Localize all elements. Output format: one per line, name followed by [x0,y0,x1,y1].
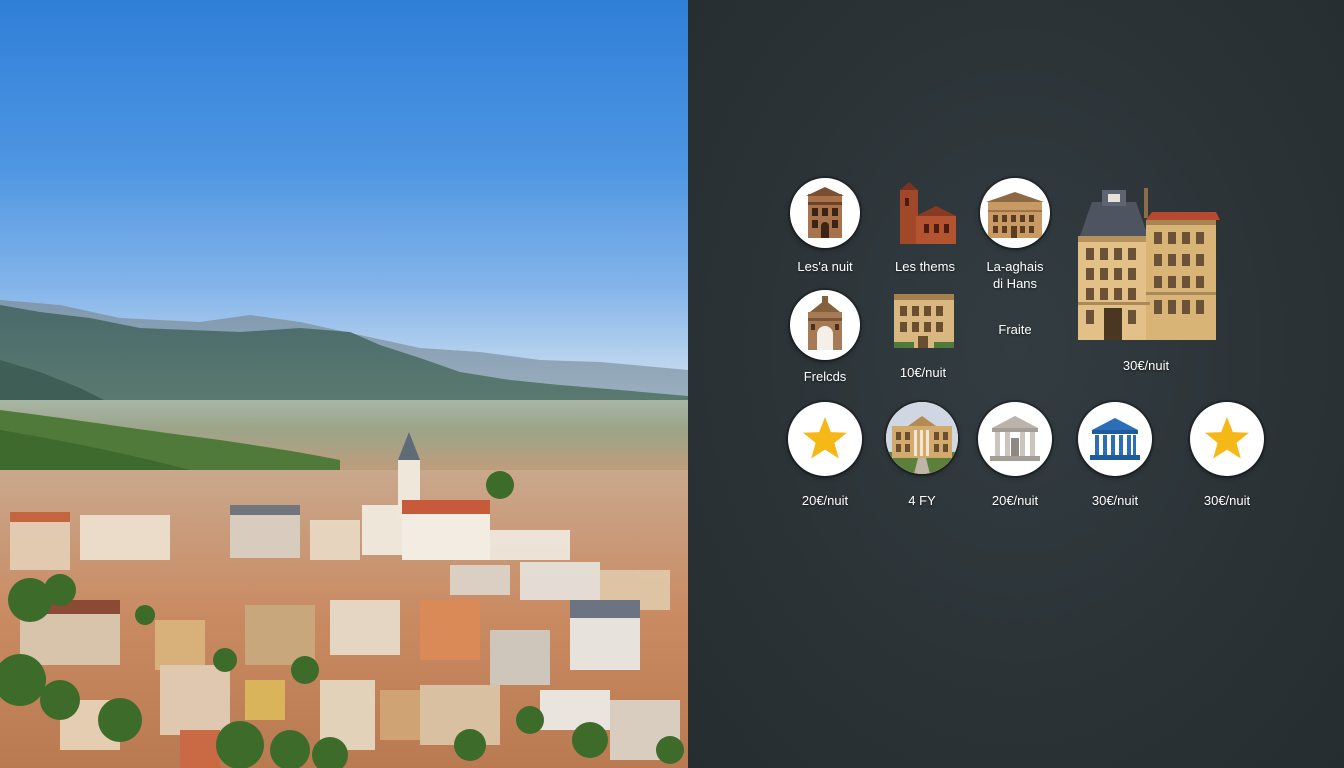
tile-label: 30€/nuit [1203,493,1251,508]
palace-facade-icon [980,178,1050,248]
star-icon [1190,402,1264,476]
large-hotel-building-icon [1074,184,1220,344]
tile-label: 10€/nuit [899,365,947,380]
city-aerial-photo-art [0,300,688,768]
tile-label: La-aghais di Hans [986,259,1044,291]
tile-label: 20€/nuit [801,493,849,508]
city-aerial-photo [0,0,688,768]
building-facade-icon [790,178,860,248]
tile-label: Les'a nuit [797,259,853,274]
tile-label: 20€/nuit [991,493,1039,508]
palace-photo-icon [886,402,958,474]
tile-label: 4 FY [908,493,936,508]
tile-label: Fraite [998,322,1032,337]
arch-gate-icon [790,290,860,360]
listings-panel: Les'a nuit Les thems La-aghais di Hans 3… [688,0,1344,768]
townhouse-icon [892,292,956,350]
app-root: Les'a nuit Les thems La-aghais di Hans 3… [0,0,1344,768]
temple-icon [978,402,1052,476]
tile-label: 30€/nuit [1091,493,1139,508]
blue-temple-icon [1078,402,1152,476]
star-icon [788,402,862,476]
church-tower-icon [896,180,960,246]
tile-label: 30€/nuit [1122,358,1170,373]
tile-label: Frelcds [803,369,847,384]
